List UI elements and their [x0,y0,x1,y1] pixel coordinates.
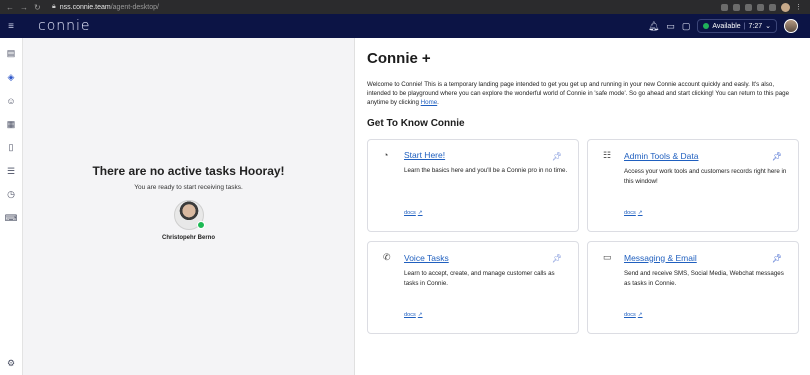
card-messaging: ▭ Messaging & Email 📌︎ Send and receive … [587,241,799,334]
browser-toolbar: ← → ↻ 🔒︎ nss.connie.team/agent-desktop/ … [0,0,810,14]
card-description: Learn to accept, create, and manage cust… [404,270,555,287]
external-link-icon: ↗ [637,312,643,318]
intro-paragraph: Welcome to Connie! This is a temporary l… [367,80,795,107]
extension-icon[interactable] [745,3,752,11]
card-admin-tools: ☷ Admin Tools & Data 📌︎ Access your work… [587,139,799,232]
page-title: Connie + [367,50,800,67]
status-label: Available [712,22,741,30]
page-title-text: Connie [367,50,418,67]
forward-icon[interactable]: → [20,3,28,12]
pin-icon[interactable]: 📌︎ [772,152,782,161]
settings-gear-icon[interactable]: ⚙ [7,358,15,369]
list-icon[interactable]: ☰ [0,160,23,184]
connie-logo: connie [38,18,91,34]
plus-icon: + [421,50,431,67]
inbox-icon[interactable]: ▤ [0,42,23,66]
home-link[interactable]: Home [421,99,438,106]
share-icon[interactable] [721,3,728,11]
docs-link[interactable]: docs ↗ [624,312,643,318]
card-start-here: ◔ Start Here! 📌︎ Learn the basics here a… [367,139,579,232]
lock-icon: 🔒︎ [52,3,56,10]
intro-end: . [437,99,439,106]
more-icon[interactable]: ⋮ [795,3,802,11]
task-panel: There are no active tasks Hooray! You ar… [23,38,355,375]
extension-icon[interactable] [757,3,764,11]
docs-link[interactable]: docs ↗ [404,312,423,318]
status-dot-icon [703,23,710,29]
list-settings-icon: ☷ [603,150,612,160]
phone-device-icon[interactable]: ▯ [0,136,23,160]
profile-avatar[interactable] [781,2,790,12]
pin-outline-icon[interactable]: 📌︎ [552,254,562,263]
external-link-icon: ↗ [417,312,423,318]
keyboard-icon[interactable]: ⌨ [0,207,23,231]
puzzle-icon[interactable] [769,3,776,11]
card-voice-tasks: ✆ Voice Tasks 📌︎ Learn to accept, create… [367,241,579,334]
bell-icon[interactable]: 🔔︎ [648,21,659,32]
availability-dropdown[interactable]: Available | 7:27 ⌄ [697,19,777,33]
section-title: Get To Know Connie [367,118,465,129]
docs-link[interactable]: docs ↗ [624,210,643,216]
card-description: Learn the basics here and you'll be a Co… [404,167,568,174]
pin-outline-icon[interactable]: 📌︎ [552,152,562,161]
no-tasks-heading: There are no active tasks Hooray! [92,164,285,178]
card-title-link[interactable]: Start Here! [404,150,445,160]
card-grid: ◔ Start Here! 📌︎ Learn the basics here a… [367,139,800,334]
chat-icon: ▭ [603,252,612,262]
landing-page: Connie + Welcome to Connie! This is a te… [356,38,810,375]
docs-link[interactable]: docs ↗ [404,210,423,216]
card-title-link[interactable]: Messaging & Email [624,253,697,263]
ledger-icon[interactable]: ▦ [0,113,23,137]
clock-icon[interactable]: ◷ [0,183,23,207]
extensions-bar: ⋮ [721,2,810,12]
dashboard-icon: ◔ [383,150,389,160]
phone-icon: ✆ [383,252,391,262]
address-bar[interactable]: 🔒︎ nss.connie.team/agent-desktop/ [52,3,159,11]
pin-icon[interactable]: 📌︎ [772,254,782,263]
agent-avatar [173,200,205,230]
layers-icon[interactable]: ◈ [0,66,23,90]
url-path: /agent-desktop/ [110,3,159,11]
card-description: Send and receive SMS, Social Media, Webc… [624,270,784,287]
back-icon[interactable]: ← [6,3,14,12]
external-link-icon: ↗ [637,210,643,216]
chat-icon[interactable]: ▭ [666,21,675,32]
star-icon[interactable] [733,3,740,11]
status-timer: 7:27 [748,22,763,30]
card-title-link[interactable]: Admin Tools & Data [624,151,699,161]
card-description: Access your work tools and customers rec… [624,168,787,185]
agent-name: Christopehr Berno [161,235,215,241]
url-host: nss.connie.team [59,3,111,11]
external-link-icon: ↗ [417,210,423,216]
card-title-link[interactable]: Voice Tasks [404,253,449,263]
window-icon[interactable]: ▢ [682,21,691,32]
user-avatar[interactable] [784,19,798,33]
reload-icon[interactable]: ↻ [34,3,41,12]
side-nav: ▤ ◈ ☺ ▦ ▯ ☰ ◷ ⌨ ⚙ [0,38,23,375]
contacts-icon[interactable]: ☺ [0,89,23,113]
app-header: ≡ connie 🔔︎ ▭ ▢ Available | 7:27 ⌄ [0,14,810,38]
hamburger-menu-icon[interactable]: ≡ [0,21,22,32]
no-tasks-subtext: You are ready to start receiving tasks. [134,184,243,191]
browser-nav: ← → ↻ [0,3,52,12]
online-indicator-icon [196,221,205,229]
chevron-down-icon: ⌄ [765,23,771,30]
